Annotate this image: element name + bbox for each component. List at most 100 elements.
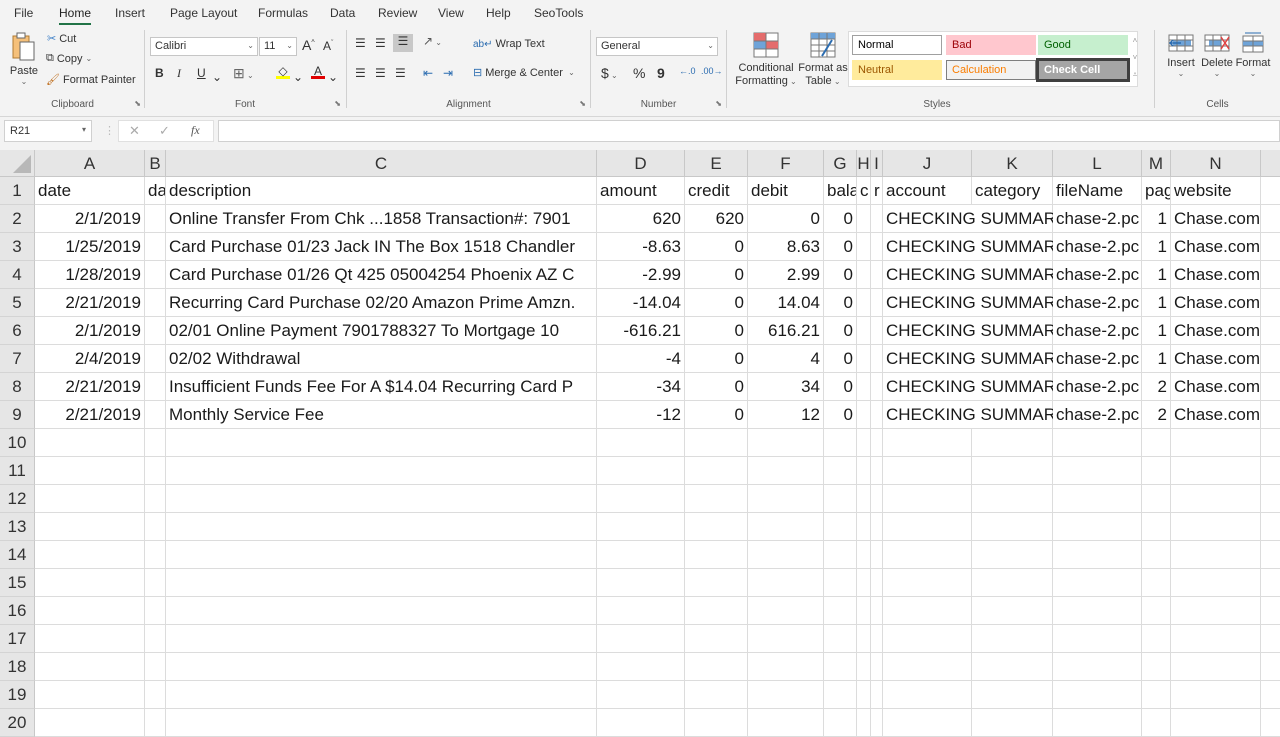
underline-button[interactable]: U — [197, 66, 206, 80]
cell[interactable] — [1261, 457, 1280, 485]
cell[interactable]: 1 — [1142, 205, 1171, 233]
row-header-8[interactable]: 8 — [0, 373, 35, 401]
cell[interactable] — [145, 205, 166, 233]
cell[interactable] — [145, 401, 166, 429]
cell[interactable] — [166, 653, 597, 681]
borders-button[interactable]: ⊞ ⌄ — [233, 65, 254, 82]
cell[interactable] — [35, 625, 145, 653]
paste-dropdown-icon[interactable]: ⌄ — [8, 77, 40, 86]
cell[interactable]: 2/4/2019 — [35, 345, 145, 373]
cell[interactable]: 0 — [685, 373, 748, 401]
cell[interactable] — [597, 457, 685, 485]
column-header-j[interactable]: J — [883, 150, 972, 177]
font-name-select[interactable]: Calibri ⌄ — [150, 37, 258, 56]
cell[interactable]: -8.63 — [597, 233, 685, 261]
cell[interactable] — [871, 681, 883, 709]
cell[interactable]: chase-2.pc — [1053, 373, 1142, 401]
cell[interactable] — [871, 541, 883, 569]
cell[interactable] — [1171, 541, 1261, 569]
cell[interactable] — [35, 457, 145, 485]
cell[interactable] — [685, 681, 748, 709]
cell[interactable]: 2/21/2019 — [35, 401, 145, 429]
cell[interactable]: CHECKING SUMMAR — [883, 205, 1053, 233]
cell[interactable] — [1261, 597, 1280, 625]
tab-view[interactable]: View — [438, 6, 464, 20]
cell[interactable]: 0 — [824, 289, 857, 317]
cell[interactable] — [1261, 709, 1280, 737]
cell[interactable]: CHECKING SUMMAR — [883, 233, 1053, 261]
cell[interactable] — [883, 681, 972, 709]
cell[interactable]: 1/28/2019 — [35, 261, 145, 289]
cell[interactable] — [883, 653, 972, 681]
number-format-select[interactable]: General ⌄ — [596, 37, 718, 56]
row-header-7[interactable]: 7 — [0, 345, 35, 373]
cell[interactable] — [1171, 457, 1261, 485]
cell[interactable] — [857, 625, 871, 653]
cell[interactable] — [871, 513, 883, 541]
cell[interactable] — [1261, 289, 1280, 317]
cancel-icon[interactable]: ✕ — [129, 123, 140, 139]
cell[interactable] — [1261, 429, 1280, 457]
row-header-10[interactable]: 10 — [0, 429, 35, 457]
orientation-button[interactable]: ↗ ⌄ — [423, 34, 442, 48]
cell[interactable] — [35, 541, 145, 569]
cell[interactable] — [35, 709, 145, 737]
header-cell[interactable]: amount — [597, 177, 685, 205]
row-header-14[interactable]: 14 — [0, 541, 35, 569]
cell[interactable]: 02/02 Withdrawal — [166, 345, 597, 373]
select-all-button[interactable] — [0, 150, 35, 177]
cell[interactable] — [1053, 625, 1142, 653]
decrease-font-size-button[interactable]: Aˇ — [323, 39, 333, 53]
cell[interactable]: Card Purchase 01/23 Jack IN The Box 1518… — [166, 233, 597, 261]
wrap-text-button[interactable]: ab↵ Wrap Text — [473, 38, 545, 50]
cell[interactable] — [1261, 513, 1280, 541]
enter-check-icon[interactable]: ✓ — [159, 123, 170, 139]
cell[interactable] — [35, 513, 145, 541]
cut-button[interactable]: ✂ Cut — [47, 32, 76, 46]
cell[interactable] — [1053, 597, 1142, 625]
cell[interactable]: 616.21 — [748, 317, 824, 345]
header-cell[interactable]: da — [145, 177, 166, 205]
cell[interactable] — [1261, 653, 1280, 681]
cell[interactable] — [145, 541, 166, 569]
row-header-3[interactable]: 3 — [0, 233, 35, 261]
cell[interactable]: chase-2.pc — [1053, 261, 1142, 289]
cell[interactable]: Chase.com — [1171, 401, 1261, 429]
cell[interactable] — [1261, 485, 1280, 513]
cell[interactable]: 620 — [685, 205, 748, 233]
cell[interactable]: -4 — [597, 345, 685, 373]
font-size-select[interactable]: 11 ⌄ — [259, 37, 297, 56]
copy-button[interactable]: ⧉ Copy ⌄ — [46, 52, 92, 65]
cell[interactable] — [1142, 485, 1171, 513]
cell[interactable] — [857, 681, 871, 709]
cell[interactable]: chase-2.pc — [1053, 401, 1142, 429]
row-header-18[interactable]: 18 — [0, 653, 35, 681]
cell[interactable]: 12 — [748, 401, 824, 429]
cell[interactable] — [1053, 513, 1142, 541]
cell[interactable] — [145, 289, 166, 317]
percent-button[interactable]: % — [633, 65, 645, 81]
cell[interactable]: -616.21 — [597, 317, 685, 345]
tab-help[interactable]: Help — [486, 6, 511, 20]
cell[interactable] — [883, 457, 972, 485]
cell[interactable] — [857, 429, 871, 457]
cell[interactable] — [857, 317, 871, 345]
cell[interactable] — [35, 429, 145, 457]
format-as-table-button[interactable]: Format as Table ⌄ — [797, 32, 849, 88]
delete-cells-button[interactable]: Delete ⌄ — [1197, 32, 1237, 78]
cell[interactable] — [145, 373, 166, 401]
cell[interactable]: 0 — [685, 317, 748, 345]
cell[interactable] — [871, 625, 883, 653]
cell[interactable] — [1171, 709, 1261, 737]
cell[interactable] — [1261, 569, 1280, 597]
cell[interactable] — [685, 625, 748, 653]
cell[interactable] — [145, 345, 166, 373]
header-cell[interactable]: debit — [748, 177, 824, 205]
cell[interactable] — [685, 513, 748, 541]
cell[interactable]: chase-2.pc — [1053, 205, 1142, 233]
cell[interactable]: 620 — [597, 205, 685, 233]
cell[interactable]: 8.63 — [748, 233, 824, 261]
cell[interactable] — [857, 373, 871, 401]
cell[interactable]: 2/1/2019 — [35, 317, 145, 345]
cell[interactable]: 1 — [1142, 261, 1171, 289]
